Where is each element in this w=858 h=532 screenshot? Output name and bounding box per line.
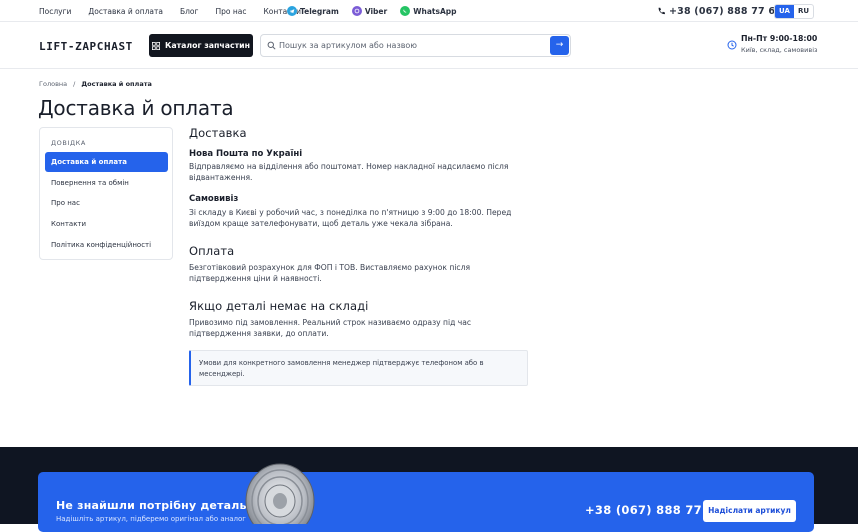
breadcrumb: Головна / Доставка й оплата: [39, 80, 152, 88]
top-nav: Послуги Доставка й оплата Блог Про нас К…: [39, 0, 301, 22]
top-nav-about[interactable]: Про нас: [215, 7, 246, 16]
search-icon: [267, 41, 276, 50]
search-submit-button[interactable]: →: [550, 36, 569, 55]
top-nav-delivery[interactable]: Доставка й оплата: [88, 7, 163, 16]
whatsapp-link[interactable]: WhatsApp: [400, 6, 456, 16]
logo[interactable]: LIFT-ZAPCHAST: [39, 40, 133, 53]
payment-text: Безготівковий розрахунок для ФОП і ТОВ. …: [189, 263, 471, 284]
top-nav-services[interactable]: Послуги: [39, 7, 71, 16]
telegram-label: Telegram: [300, 6, 339, 16]
brake-drum-image: [245, 463, 315, 524]
viber-icon: [351, 6, 362, 16]
lang-ru[interactable]: RU: [794, 5, 813, 18]
page-title: Доставка й оплата: [38, 96, 234, 120]
top-bar: Послуги Доставка й оплата Блог Про нас К…: [0, 0, 858, 22]
breadcrumb-current: Доставка й оплата: [81, 80, 152, 88]
help-sidebar: ДОВІДКА Доставка й оплата Повернення та …: [39, 127, 173, 260]
hours-subtext: Київ, склад, самовивіз: [741, 46, 818, 54]
catalog-button[interactable]: Каталог запчастин: [149, 34, 253, 57]
breadcrumb-home[interactable]: Головна: [39, 80, 67, 88]
cta-title: Не знайшли потрібну деталь?: [56, 499, 254, 512]
arrow-right-icon: →: [555, 40, 564, 50]
info-note: Умови для конкретного замовлення менедже…: [189, 350, 528, 386]
out-of-stock-heading: Якщо деталі немає на складі: [189, 299, 369, 313]
delivery-heading: Доставка: [189, 126, 247, 140]
search-placeholder: Пошук за артикулом або назвою: [279, 41, 418, 50]
top-phone-number: +38 (067) 888 77 68: [669, 5, 782, 17]
viber-link[interactable]: Viber: [351, 6, 388, 16]
out-of-stock-text: Привозимо під замовлення. Реальний строк…: [189, 318, 472, 339]
pickup-heading: Самовивіз: [189, 194, 239, 204]
top-nav-blog[interactable]: Блог: [180, 7, 198, 16]
sidebar-item-privacy[interactable]: Політика конфіденційності: [45, 235, 168, 255]
telegram-icon: [287, 6, 297, 16]
info-note-text: Умови для конкретного замовлення менедже…: [199, 359, 484, 378]
sidebar-item-delivery[interactable]: Доставка й оплата: [45, 152, 168, 172]
breadcrumb-separator: /: [73, 80, 76, 88]
language-switcher: UA RU: [774, 4, 814, 19]
sidebar-caption: ДОВІДКА: [51, 139, 86, 147]
viber-label: Viber: [364, 6, 388, 16]
grid-icon: [151, 41, 160, 50]
phone-icon: [658, 7, 665, 15]
cta-subtitle: Надішліть артикул, підберемо оригінал аб…: [56, 515, 246, 523]
send-part-number-button[interactable]: Надіслати артикул: [703, 500, 796, 522]
nova-poshta-heading: Нова Пошта по Україні: [189, 149, 303, 159]
pickup-text: Зі складу в Києві у робочий час, з понед…: [189, 208, 512, 229]
sidebar-item-about[interactable]: Про нас: [45, 193, 168, 213]
sidebar-item-returns[interactable]: Повернення та обмін: [45, 173, 168, 193]
clock-icon: [727, 40, 737, 50]
catalog-button-label: Каталог запчастин: [164, 41, 251, 50]
cta-banner: Не знайшли потрібну деталь? Надішліть ар…: [38, 472, 814, 532]
telegram-link[interactable]: Telegram: [287, 6, 339, 16]
whatsapp-label: WhatsApp: [413, 6, 457, 16]
payment-heading: Оплата: [189, 244, 235, 258]
search-input[interactable]: Пошук за артикулом або назвою →: [260, 34, 571, 57]
lang-ua[interactable]: UA: [775, 5, 794, 18]
messenger-links: Telegram Viber WhatsApp: [287, 0, 456, 22]
hours-text: Пн-Пт 9:00-18:00: [741, 34, 818, 43]
nova-poshta-text: Відправляємо на відділення або поштомат.…: [189, 162, 509, 183]
whatsapp-icon: [400, 6, 411, 16]
site-header: LIFT-ZAPCHAST Каталог запчастин Пошук за…: [0, 22, 858, 69]
sidebar-item-contacts[interactable]: Контакти: [45, 214, 168, 234]
